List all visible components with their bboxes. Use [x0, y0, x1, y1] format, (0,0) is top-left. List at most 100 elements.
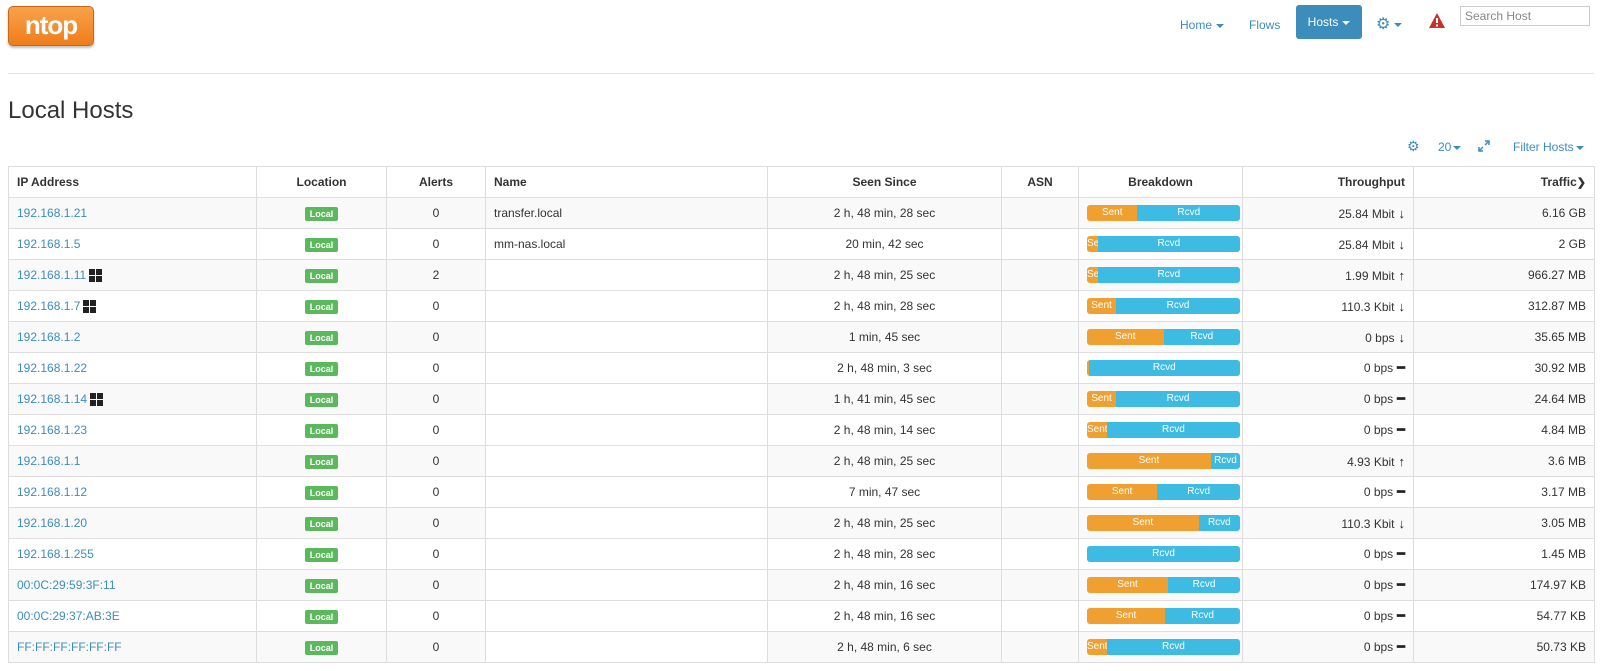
nav-home-dropdown[interactable]: Home: [1180, 12, 1225, 38]
cell-breakdown: Rcvd: [1078, 352, 1243, 384]
cell-name: [485, 569, 768, 601]
throughput-value: 25.84 Mbit: [1338, 237, 1395, 252]
host-ip-link[interactable]: 192.168.1.20: [17, 516, 87, 530]
breakdown-rcvd: Rcvd: [1116, 298, 1240, 314]
breakdown-rcvd: Rcvd: [1087, 546, 1240, 562]
cell-throughput: 0 bps ━: [1242, 383, 1414, 415]
breakdown-rcvd: Rcvd: [1157, 484, 1240, 500]
cell-ip: 192.168.1.1: [8, 445, 257, 477]
cell-location: Local: [256, 569, 387, 601]
host-ip-link[interactable]: 00:0C:29:37:AB:3E: [17, 609, 120, 623]
breakdown-rcvd: Rcvd: [1137, 205, 1240, 221]
search-host-input[interactable]: [1460, 6, 1590, 26]
cell-traffic: 35.65 MB: [1413, 321, 1595, 353]
cell-ip: 192.168.1.12: [8, 476, 257, 508]
cell-seen-since: 2 h, 48 min, 16 sec: [767, 600, 1002, 632]
column-header-ip[interactable]: IP Address: [8, 166, 257, 198]
breakdown-bar: SentRcvd: [1087, 422, 1240, 438]
cell-name: [485, 445, 768, 477]
cell-asn: [1001, 228, 1079, 260]
column-header-name[interactable]: Name: [485, 166, 768, 198]
trend-down-icon: ↓: [1398, 329, 1406, 345]
breakdown-sent: Sent: [1087, 422, 1107, 438]
per-page-dropdown[interactable]: 20: [1438, 140, 1462, 154]
table-row: 192.168.1.255 Local 0 2 h, 48 min, 28 sec Rc…: [8, 538, 1595, 570]
host-ip-link[interactable]: 192.168.1.2: [17, 330, 80, 344]
breakdown-bar: SentRcvd: [1087, 236, 1240, 252]
throughput-value: 0 bps: [1363, 547, 1394, 561]
table-row: 192.168.1.21 Local 0 transfer.local 2 h, 48 …: [8, 197, 1595, 229]
host-ip-link[interactable]: 192.168.1.5: [17, 237, 80, 251]
host-ip-link[interactable]: 192.168.1.1: [17, 454, 80, 468]
cell-ip: 00:0C:29:59:3F:11: [8, 569, 257, 601]
nav-home-label: Home: [1180, 18, 1213, 32]
cell-traffic: 3.6 MB: [1413, 445, 1595, 477]
expand-icon: [1478, 140, 1490, 152]
host-ip-link[interactable]: 00:0C:29:59:3F:11: [17, 578, 116, 592]
ntop-logo[interactable]: ntop: [8, 6, 94, 46]
per-page-value: 20: [1438, 140, 1452, 154]
cell-location: Local: [256, 600, 387, 632]
throughput-value: 0 bps: [1363, 640, 1394, 654]
cell-name: [485, 600, 768, 632]
table-row: 192.168.1.5 Local 0 mm-nas.local 20 min, 42 …: [8, 228, 1595, 260]
throughput-value: 0 bps: [1363, 609, 1394, 623]
nav-hosts-dropdown[interactable]: Hosts: [1296, 5, 1362, 39]
column-header-traffic[interactable]: Traffic❯: [1413, 166, 1595, 198]
settings-dropdown[interactable]: ⚙: [1376, 12, 1403, 38]
hosts-table: IP Address Location Alerts Name Seen Sin…: [8, 166, 1595, 663]
host-ip-link[interactable]: 192.168.1.7: [17, 299, 80, 313]
column-header-seen-since[interactable]: Seen Since: [767, 166, 1002, 198]
breakdown-bar: Rcvd: [1087, 546, 1240, 562]
host-ip-link[interactable]: 192.168.1.21: [17, 206, 87, 220]
table-row: 192.168.1.7 Local 0 2 h, 48 min, 28 sec Sent…: [8, 290, 1595, 322]
filter-hosts-dropdown[interactable]: Filter Hosts: [1513, 140, 1584, 154]
cell-throughput: 0 bps ━: [1242, 631, 1414, 663]
column-header-asn[interactable]: ASN: [1001, 166, 1079, 198]
cell-seen-since: 2 h, 48 min, 14 sec: [767, 414, 1002, 446]
host-ip-link[interactable]: 192.168.1.22: [17, 361, 87, 375]
cell-breakdown: SentRcvd: [1078, 445, 1243, 477]
throughput-value: 0 bps: [1363, 485, 1394, 499]
table-row: 192.168.1.11 Local 2 2 h, 48 min, 25 sec Sen…: [8, 259, 1595, 291]
breakdown-rcvd: Rcvd: [1210, 453, 1240, 469]
host-ip-link[interactable]: 192.168.1.14: [17, 392, 87, 406]
table-settings-button[interactable]: ⚙: [1407, 138, 1420, 155]
host-ip-link[interactable]: 192.168.1.255: [17, 547, 94, 561]
host-ip-link[interactable]: 192.168.1.23: [17, 423, 87, 437]
breakdown-rcvd: Rcvd: [1163, 329, 1240, 345]
column-header-breakdown[interactable]: Breakdown: [1078, 166, 1243, 198]
cell-alerts: 0: [386, 507, 486, 539]
cell-asn: [1001, 352, 1079, 384]
trend-down-icon: ↓: [1398, 205, 1406, 221]
column-header-location[interactable]: Location: [256, 166, 387, 198]
cell-name: [485, 414, 768, 446]
column-header-throughput[interactable]: Throughput: [1242, 166, 1414, 198]
nav-flows-link[interactable]: Flows: [1249, 12, 1280, 38]
cell-asn: [1001, 414, 1079, 446]
cell-breakdown: SentRcvd: [1078, 228, 1243, 260]
cell-asn: [1001, 259, 1079, 291]
location-badge: Local: [304, 392, 339, 407]
host-ip-link[interactable]: FF:FF:FF:FF:FF:FF: [17, 640, 122, 654]
trend-flat-icon: ━: [1397, 422, 1405, 437]
cell-ip: 192.168.1.20: [8, 507, 257, 539]
column-header-alerts[interactable]: Alerts: [386, 166, 486, 198]
breakdown-rcvd: Rcvd: [1106, 639, 1240, 655]
breakdown-bar: SentRcvd: [1087, 329, 1240, 345]
breakdown-sent: Sent: [1087, 577, 1169, 593]
table-header-row: IP Address Location Alerts Name Seen Sin…: [8, 166, 1595, 198]
cell-alerts: 0: [386, 600, 486, 632]
cell-breakdown: SentRcvd: [1078, 321, 1243, 353]
throughput-value: 110.3 Kbit: [1341, 516, 1395, 531]
cell-name: [485, 259, 768, 291]
host-ip-link[interactable]: 192.168.1.12: [17, 485, 87, 499]
breakdown-sent: Sent: [1087, 453, 1211, 469]
chevron-down-icon: [1575, 145, 1584, 150]
trend-up-icon: ↑: [1398, 453, 1406, 469]
cell-ip: 192.168.1.5: [8, 228, 257, 260]
alerts-link[interactable]: [1428, 12, 1446, 38]
breakdown-sent: Sent: [1087, 329, 1164, 345]
host-ip-link[interactable]: 192.168.1.11: [17, 268, 86, 282]
fullscreen-button[interactable]: [1478, 140, 1490, 155]
